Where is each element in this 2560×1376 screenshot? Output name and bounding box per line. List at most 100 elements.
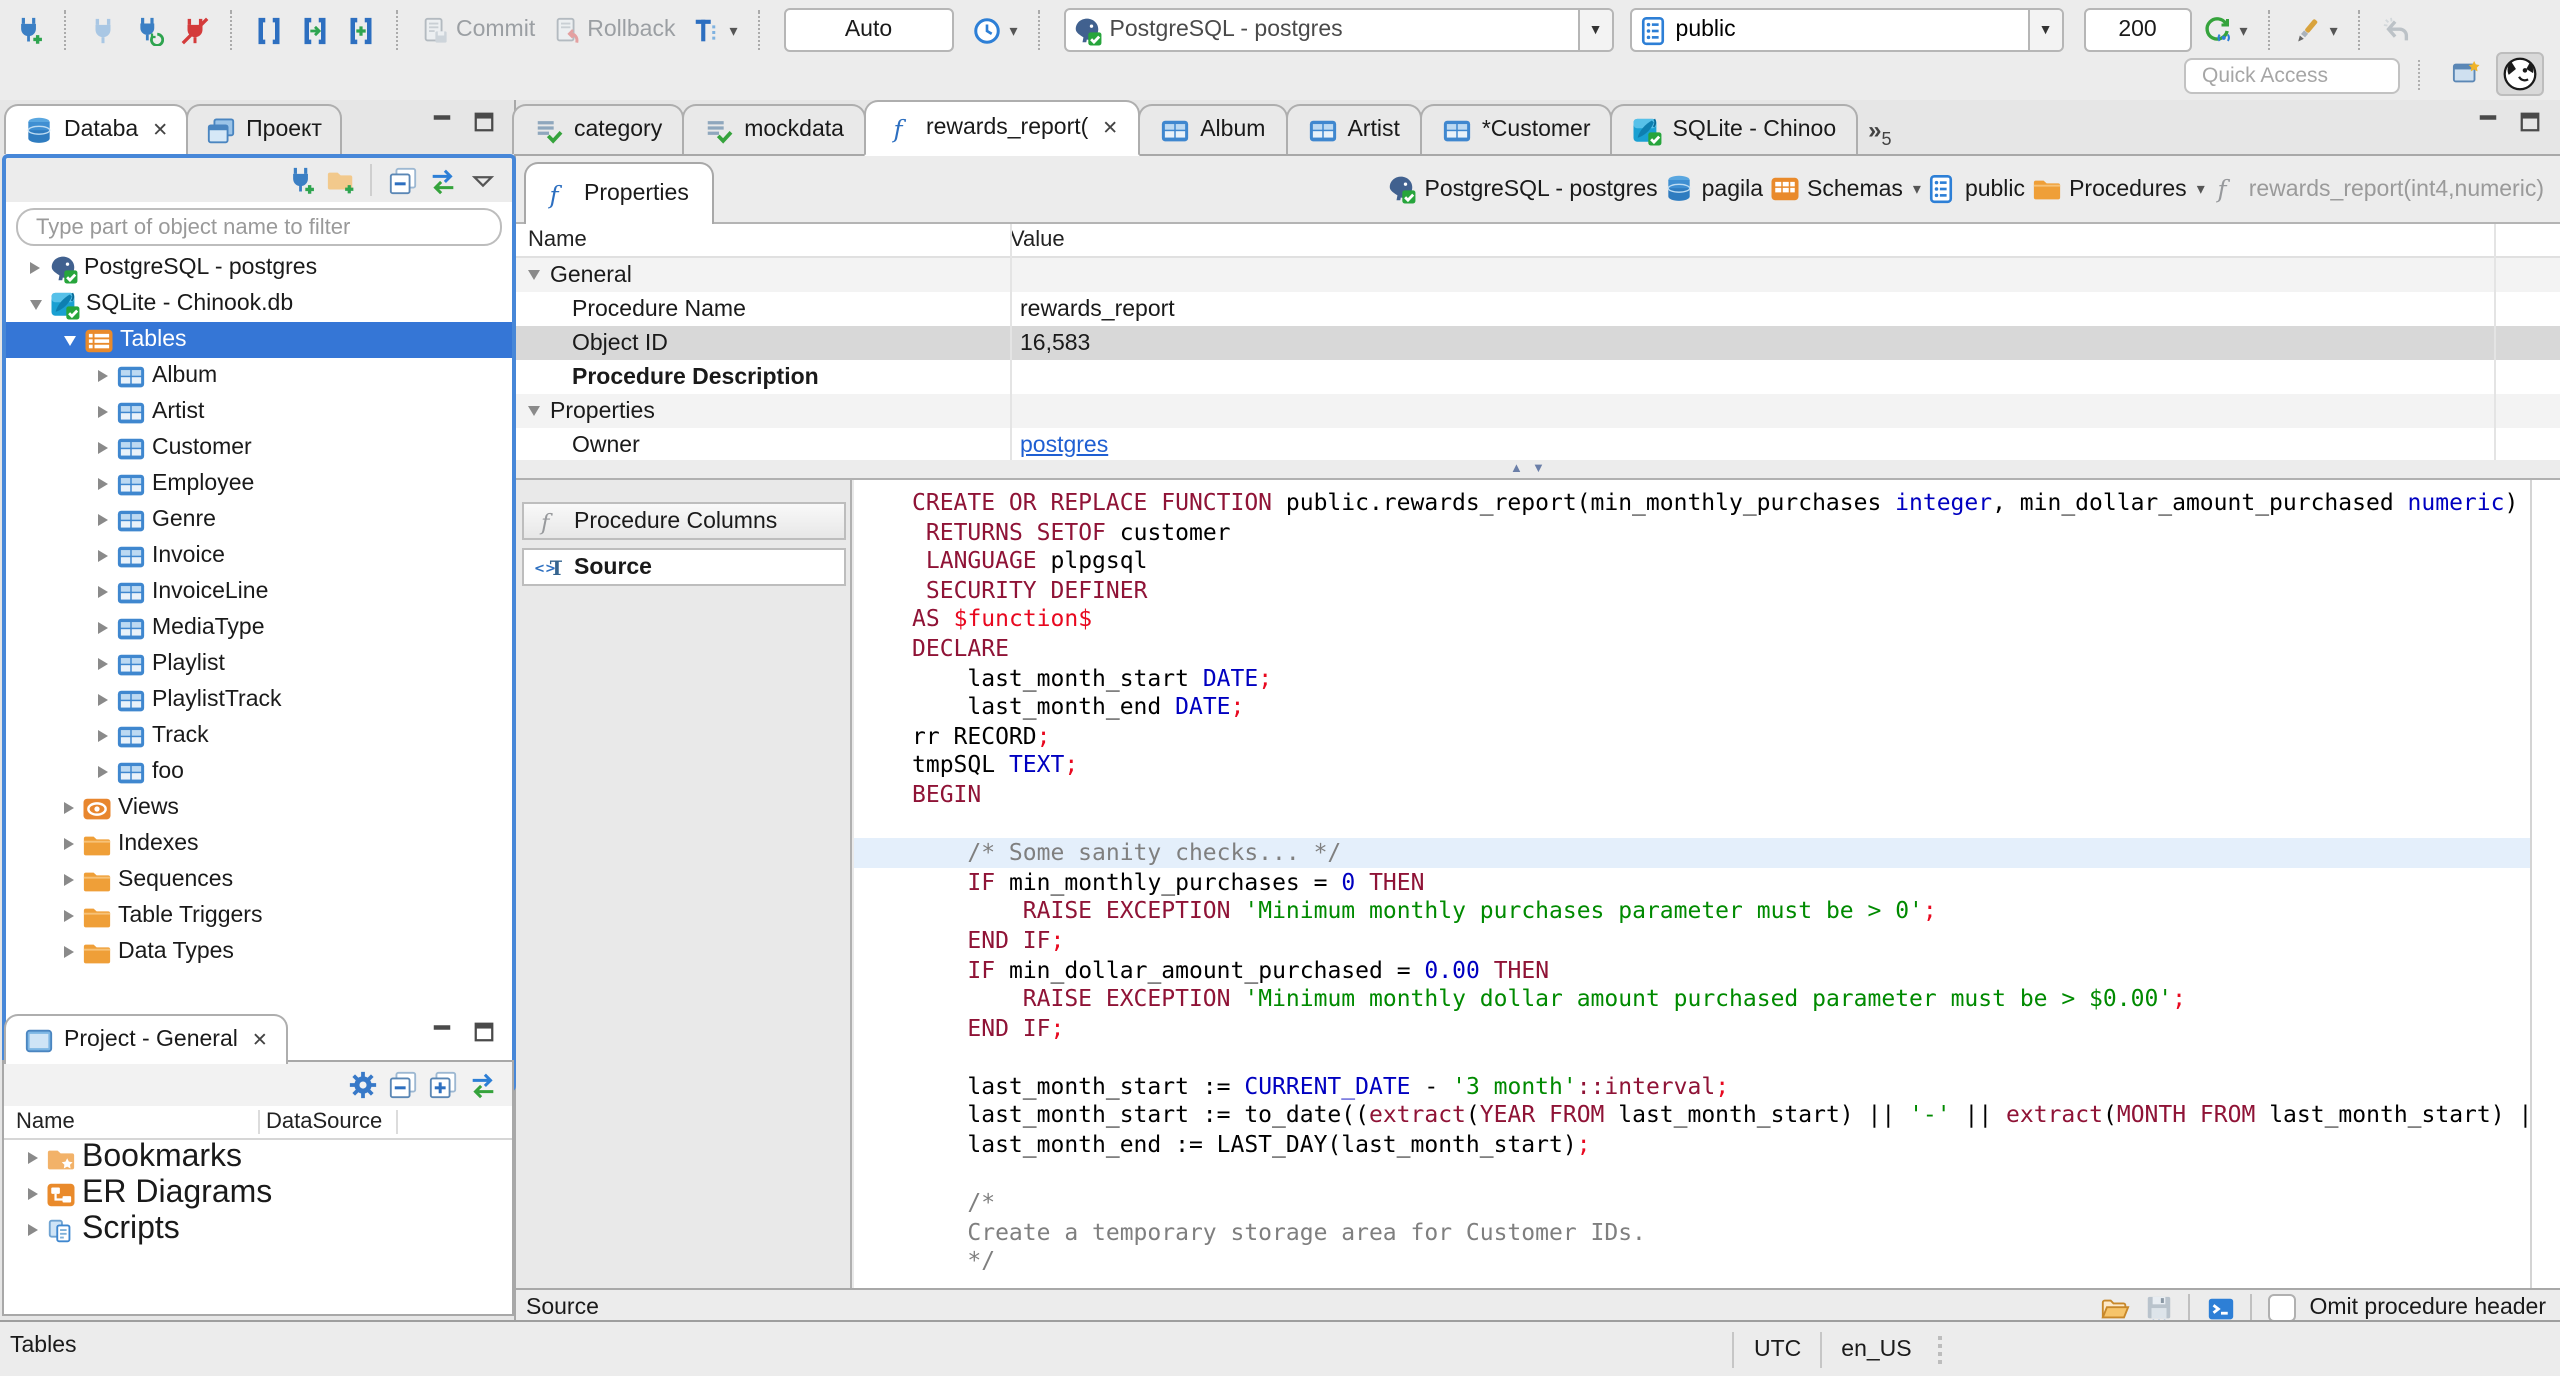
code-line[interactable]: tmpSQL TEXT; xyxy=(854,751,2530,780)
code-line[interactable]: last_month_end := LAST_DAY(last_month_st… xyxy=(854,1130,2530,1159)
chevron-right-icon[interactable] xyxy=(98,550,108,562)
open-sql-console-button[interactable] xyxy=(294,6,336,54)
chevron-right-icon[interactable] xyxy=(98,730,108,742)
property-row-procedure-description[interactable]: Procedure Description xyxy=(516,360,2560,394)
object-filter-input[interactable]: Type part of object name to filter xyxy=(16,208,502,246)
omit-procedure-header-checkbox[interactable] xyxy=(2267,1294,2296,1322)
editor-tab-sqlite-chinoo[interactable]: SQLite - Chinoo xyxy=(1610,104,1859,154)
editor-tab-album[interactable]: Album xyxy=(1138,104,1288,154)
code-line[interactable]: last_month_end DATE; xyxy=(854,692,2530,721)
commit-mode-combo[interactable]: Auto xyxy=(783,8,954,52)
minimize-editor-button[interactable] xyxy=(2476,98,2500,146)
transaction-log-button[interactable]: ▾ xyxy=(685,6,743,54)
breadcrumb-rewards-report-int4-numeric[interactable]: f rewards_report(int4,numeric) xyxy=(2211,174,2544,204)
new-connection-small-button[interactable] xyxy=(286,158,316,204)
settings-gear-button[interactable] xyxy=(348,1062,378,1108)
code-line[interactable]: END IF; xyxy=(854,926,2530,955)
code-line[interactable]: RETURNS SETOF customer xyxy=(854,517,2530,546)
chevron-right-icon[interactable] xyxy=(98,406,108,418)
grid-column-divider[interactable] xyxy=(1010,224,1012,460)
link-with-editor-button[interactable] xyxy=(428,158,458,204)
project-item-bookmarks[interactable]: Bookmarks xyxy=(4,1140,512,1176)
tree-item-track[interactable]: Track xyxy=(6,718,512,754)
chevron-right-icon[interactable] xyxy=(28,1224,38,1236)
chevron-right-icon[interactable] xyxy=(64,838,74,850)
code-line[interactable]: last_month_start := to_date((extract(YEA… xyxy=(854,1101,2530,1130)
chevron-right-icon[interactable] xyxy=(98,442,108,454)
code-line[interactable] xyxy=(854,1159,2530,1188)
tree-item-table-triggers[interactable]: Table Triggers xyxy=(6,898,512,934)
project-item-er-diagrams[interactable]: ER Diagrams xyxy=(4,1176,512,1212)
tree-item-views[interactable]: Views xyxy=(6,790,512,826)
tab-overflow-button[interactable]: »5 xyxy=(1868,115,1891,154)
minimize-view-button[interactable] xyxy=(430,1008,454,1056)
maximize-view-button[interactable] xyxy=(472,1008,496,1056)
view-menu-button[interactable] xyxy=(468,158,498,204)
tree-item-foo[interactable]: foo xyxy=(6,754,512,790)
chevron-right-icon[interactable] xyxy=(98,370,108,382)
tree-item-playlist[interactable]: Playlist xyxy=(6,646,512,682)
maximize-editor-button[interactable] xyxy=(2518,98,2542,146)
chevron-down-icon[interactable] xyxy=(30,299,42,309)
chevron-right-icon[interactable] xyxy=(28,1152,38,1164)
sql-source-viewer[interactable]: CREATE OR REPLACE FUNCTION public.reward… xyxy=(854,480,2560,1288)
new-sql-editor-button[interactable] xyxy=(340,6,382,54)
breadcrumb-postgresql-postgres[interactable]: PostgreSQL - postgres xyxy=(1387,174,1658,204)
new-folder-button[interactable] xyxy=(326,158,356,204)
code-line[interactable]: last_month_start := CURRENT_DATE - '3 mo… xyxy=(854,1072,2530,1101)
properties-source-splitter[interactable]: ▲ ▼ xyxy=(516,460,2560,478)
code-line[interactable]: /* Some sanity checks... */ xyxy=(854,838,2530,868)
expand-all-button[interactable] xyxy=(428,1062,458,1108)
database-select-combo[interactable]: PostgreSQL - postgres ▼ xyxy=(1063,8,1614,52)
schema-select-combo[interactable]: public ▼ xyxy=(1629,8,2064,52)
breadcrumb-pagila[interactable]: pagila xyxy=(1664,174,1763,204)
tree-item-data-types[interactable]: Data Types xyxy=(6,934,512,970)
code-line[interactable] xyxy=(854,809,2530,838)
code-line[interactable]: END IF; xyxy=(854,1013,2530,1042)
splitter-down-icon[interactable]: ▼ xyxy=(1532,460,1545,478)
breadcrumb-procedures[interactable]: Procedures ▾ xyxy=(2031,174,2205,204)
fetch-size-input[interactable]: 200 xyxy=(2083,8,2192,52)
view-tab-проект[interactable]: Проект xyxy=(186,104,342,154)
maximize-view-button[interactable] xyxy=(472,98,496,146)
code-line[interactable]: /* xyxy=(854,1189,2530,1218)
chevron-down-icon[interactable] xyxy=(64,335,76,345)
editor-tab-customer[interactable]: *Customer xyxy=(1419,104,1613,154)
code-line[interactable] xyxy=(854,1043,2530,1072)
tree-item-sqlite-chinook-db[interactable]: SQLite - Chinook.db xyxy=(6,286,512,322)
code-line[interactable]: RAISE EXCEPTION 'Minimum monthly dollar … xyxy=(854,984,2530,1013)
splitter-up-icon[interactable]: ▲ xyxy=(1510,460,1523,478)
timezone-label[interactable]: UTC xyxy=(1754,1337,1801,1361)
tree-item-invoiceline[interactable]: InvoiceLine xyxy=(6,574,512,610)
collapse-all-button[interactable] xyxy=(388,1062,418,1108)
tree-item-employee[interactable]: Employee xyxy=(6,466,512,502)
chevron-right-icon[interactable] xyxy=(28,1188,38,1200)
property-row-general[interactable]: General xyxy=(516,258,2560,292)
back-button[interactable] xyxy=(2376,6,2418,54)
code-line[interactable]: IF min_dollar_amount_purchased = 0.00 TH… xyxy=(854,955,2530,984)
tab-properties[interactable]: f Properties xyxy=(524,162,715,224)
chevron-down-icon[interactable] xyxy=(528,270,540,280)
tree-item-mediatype[interactable]: MediaType xyxy=(6,610,512,646)
view-tab-databa[interactable]: Databa ✕ xyxy=(4,104,189,154)
collapse-all-button[interactable] xyxy=(388,158,418,204)
close-icon[interactable]: ✕ xyxy=(252,1029,268,1051)
code-line[interactable]: RAISE EXCEPTION 'Minimum monthly purchas… xyxy=(854,897,2530,926)
editor-tab-artist[interactable]: Artist xyxy=(1285,104,1422,154)
code-line[interactable]: BEGIN xyxy=(854,780,2530,809)
quick-access-input[interactable]: Quick Access xyxy=(2184,58,2400,94)
generate-mock-data-button[interactable]: ▾ xyxy=(2286,6,2344,54)
breadcrumb-public[interactable]: public xyxy=(1927,174,2025,204)
breadcrumb-schemas[interactable]: Schemas ▾ xyxy=(1769,174,1921,204)
auto-refresh-button[interactable]: ▾ xyxy=(2196,6,2254,54)
scrollbar-gutter[interactable] xyxy=(2530,480,2560,1288)
commit-button[interactable]: Commit xyxy=(414,6,541,54)
editor-tab-mockdata[interactable]: mockdata xyxy=(682,104,866,154)
chevron-right-icon[interactable] xyxy=(98,622,108,634)
sql-editor-button[interactable] xyxy=(248,6,290,54)
tree-item-tables[interactable]: Tables xyxy=(6,322,512,358)
project-item-scripts[interactable]: Scripts xyxy=(4,1212,512,1248)
page-tab-procedure-columns[interactable]: f Procedure Columns xyxy=(522,502,846,540)
chevron-right-icon[interactable] xyxy=(30,262,40,274)
locale-label[interactable]: en_US xyxy=(1841,1337,1911,1361)
